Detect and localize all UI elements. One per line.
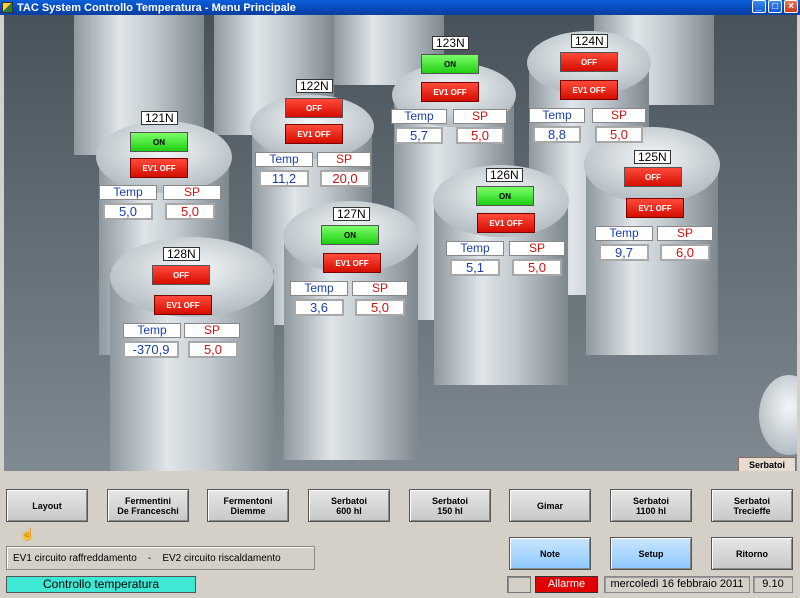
tank-121-temp-value: 5,0: [103, 203, 153, 220]
tank-124-temp-label: Temp: [529, 108, 585, 123]
tanks-illustration: [4, 15, 797, 471]
note-button[interactable]: Note: [509, 537, 591, 570]
tank-126-status-button[interactable]: ON: [476, 186, 534, 206]
hand-cursor-icon: ☝: [20, 527, 35, 541]
tank-123-temp-label: Temp: [391, 109, 447, 124]
tank-123-status-button[interactable]: ON: [421, 54, 479, 74]
tank-128-id: 128N: [163, 247, 200, 261]
trecieffe-button[interactable]: Serbatoi Trecieffe: [711, 489, 793, 522]
tank-127-temp-label: Temp: [290, 281, 348, 296]
serbatoi-1100-button[interactable]: Serbatoi 1100 hl: [610, 489, 692, 522]
tank-127-temp-value: 3,6: [294, 299, 344, 316]
tank-128-status-button[interactable]: OFF: [152, 265, 210, 285]
tank-121-valve-button[interactable]: EV1 OFF: [130, 158, 188, 178]
app-icon: [2, 2, 13, 13]
tank-121-id: 121N: [141, 111, 178, 125]
tank-123-id: 123N: [432, 36, 469, 50]
tank-125-id: 125N: [634, 150, 671, 164]
tank-122-sp-value[interactable]: 20,0: [320, 170, 370, 187]
fermentoni-button[interactable]: Fermentoni Diemme: [207, 489, 289, 522]
tank-126-temp-label: Temp: [446, 241, 504, 256]
setup-button[interactable]: Setup: [610, 537, 692, 570]
title-bar: TAC System Controllo Temperatura - Menu …: [0, 0, 800, 15]
tank-121-temp-label: Temp: [99, 185, 157, 200]
gimar-button[interactable]: Gimar: [509, 489, 591, 522]
layout-button[interactable]: Layout: [6, 489, 88, 522]
tank-125-temp-value: 9,7: [599, 244, 649, 261]
status-indicator: [507, 576, 531, 593]
tank-126-temp-value: 5,1: [450, 259, 500, 276]
tank-125-sp-label: SP: [657, 226, 713, 241]
tank-126-sp-label: SP: [509, 241, 565, 256]
tank-128-valve-button[interactable]: EV1 OFF: [154, 295, 212, 315]
tank-125-temp-label: Temp: [595, 226, 653, 241]
tank-128-sp-label: SP: [184, 323, 240, 338]
tank-124-sp-label: SP: [592, 108, 646, 123]
tank-124-sp-value[interactable]: 5,0: [595, 126, 643, 143]
status-bar: Controllo temperatura Allarme mercoledì …: [0, 574, 800, 598]
tank-127-sp-value[interactable]: 5,0: [355, 299, 405, 316]
tank-128-temp-label: Temp: [123, 323, 181, 338]
tank-121-sp-value[interactable]: 5,0: [165, 203, 215, 220]
tank-124-temp-value: 8,8: [533, 126, 581, 143]
tank-121-status-button[interactable]: ON: [130, 132, 188, 152]
fermentini-button[interactable]: Fermentini De Franceschi: [107, 489, 189, 522]
tank-125-status-button[interactable]: OFF: [624, 167, 682, 187]
tank-122-temp-value: 11,2: [259, 170, 309, 187]
tank-126-id: 126N: [486, 168, 523, 182]
serbatoi-150-button[interactable]: Serbatoi 150 hl: [409, 489, 491, 522]
alarm-indicator[interactable]: Allarme: [535, 576, 598, 593]
tank-127-status-button[interactable]: ON: [321, 225, 379, 245]
tank-123-sp-label: SP: [453, 109, 507, 124]
tank-122-id: 122N: [296, 79, 333, 93]
status-date: mercoledì 16 febbraio 2011: [604, 576, 750, 593]
valve-legend: EV1 circuito raffreddamento - EV2 circui…: [6, 546, 315, 570]
tank-124-valve-button[interactable]: EV1 OFF: [560, 80, 618, 100]
close-icon[interactable]: ×: [784, 0, 798, 13]
tank-scene: 121N ON EV1 OFF Temp SP 5,0 5,0 122N OFF…: [4, 15, 797, 471]
tank-122-temp-label: Temp: [255, 152, 313, 167]
tank-126-sp-value[interactable]: 5,0: [512, 259, 562, 276]
tank-124-id: 124N: [571, 34, 608, 48]
tank-125-sp-value[interactable]: 6,0: [660, 244, 710, 261]
window-title: TAC System Controllo Temperatura - Menu …: [17, 1, 296, 14]
tank-123-sp-value[interactable]: 5,0: [456, 127, 504, 144]
tank-128-sp-value[interactable]: 5,0: [188, 341, 238, 358]
ritorno-button[interactable]: Ritorno: [711, 537, 793, 570]
serbatoi-600-button[interactable]: Serbatoi 600 hl: [308, 489, 390, 522]
tank-126-valve-button[interactable]: EV1 OFF: [477, 213, 535, 233]
app-window: TAC System Controllo Temperatura - Menu …: [0, 0, 800, 598]
tank-123-temp-value: 5,7: [395, 127, 443, 144]
tank-125-valve-button[interactable]: EV1 OFF: [626, 198, 684, 218]
tank-127-id: 127N: [333, 207, 370, 221]
tank-127-sp-label: SP: [352, 281, 408, 296]
status-mode: Controllo temperatura: [6, 576, 196, 593]
scene-tag: Serbatoi 600 hl: [738, 457, 796, 471]
maximize-icon[interactable]: □: [768, 0, 782, 13]
tank-121-sp-label: SP: [163, 185, 221, 200]
tank-122-status-button[interactable]: OFF: [285, 98, 343, 118]
tank-122-valve-button[interactable]: EV1 OFF: [285, 124, 343, 144]
tank-123-valve-button[interactable]: EV1 OFF: [421, 82, 479, 102]
status-time: 9.10: [753, 576, 793, 593]
minimize-icon[interactable]: _: [752, 0, 766, 13]
tank-127-valve-button[interactable]: EV1 OFF: [323, 253, 381, 273]
tank-124-status-button[interactable]: OFF: [560, 52, 618, 72]
tank-128-temp-value: -370,9: [123, 341, 179, 358]
tank-122-sp-label: SP: [317, 152, 371, 167]
